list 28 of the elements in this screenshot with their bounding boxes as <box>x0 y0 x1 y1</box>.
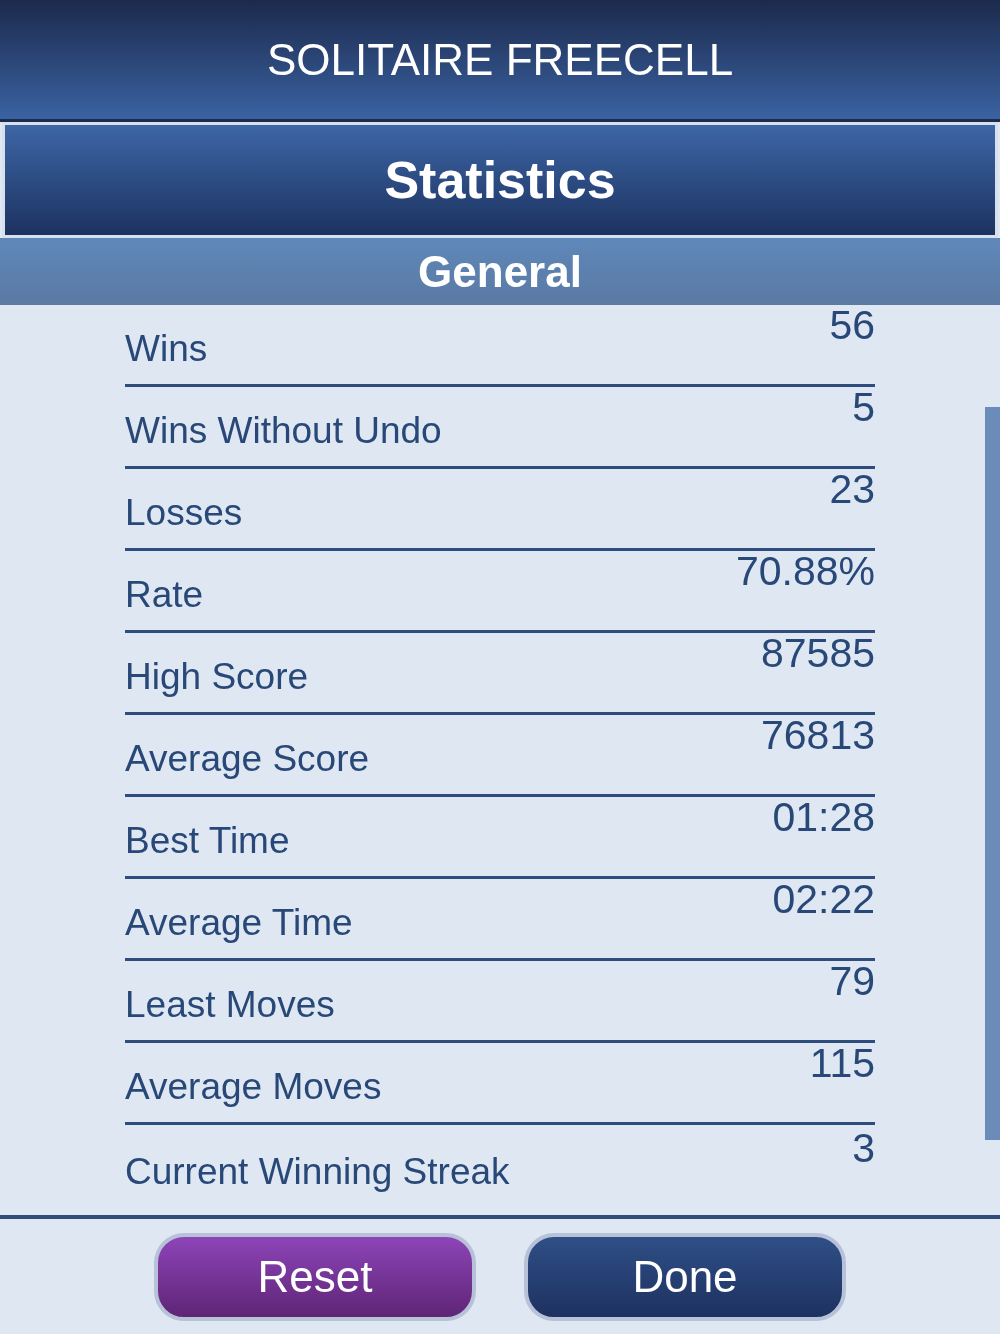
stat-label: Wins Without Undo <box>125 408 442 453</box>
stat-label: Average Time <box>125 900 353 945</box>
stat-label: Average Score <box>125 736 370 781</box>
stat-label: Best Time <box>125 818 290 863</box>
reset-button[interactable]: Reset <box>154 1232 476 1321</box>
stat-value: 5 <box>852 382 875 432</box>
stat-value: 3 <box>852 1123 875 1173</box>
stat-value: 87585 <box>761 628 875 678</box>
stat-label: Current Winning Streak <box>125 1149 510 1194</box>
stat-value: 79 <box>829 956 875 1006</box>
stat-label: Least Moves <box>125 982 335 1027</box>
scrollbar-thumb[interactable] <box>985 407 1000 1140</box>
done-button[interactable]: Done <box>524 1232 846 1321</box>
stat-label: Wins <box>125 326 208 371</box>
stat-label: High Score <box>125 654 309 699</box>
stat-value: 23 <box>829 464 875 514</box>
stat-value: 76813 <box>761 710 875 760</box>
stat-value: 01:28 <box>772 792 875 842</box>
section-header: General <box>0 238 1000 305</box>
page-title: Statistics <box>384 150 616 211</box>
stat-value: 115 <box>809 1038 875 1088</box>
stat-label: Losses <box>125 490 243 535</box>
stat-label: Rate <box>125 572 204 617</box>
stat-value: 70.88% <box>735 546 875 596</box>
stat-value: 56 <box>829 305 875 350</box>
app-title: SOLITAIRE FREECELL <box>266 33 734 86</box>
stat-value: 02:22 <box>772 874 875 924</box>
stat-label: Average Moves <box>125 1064 382 1109</box>
